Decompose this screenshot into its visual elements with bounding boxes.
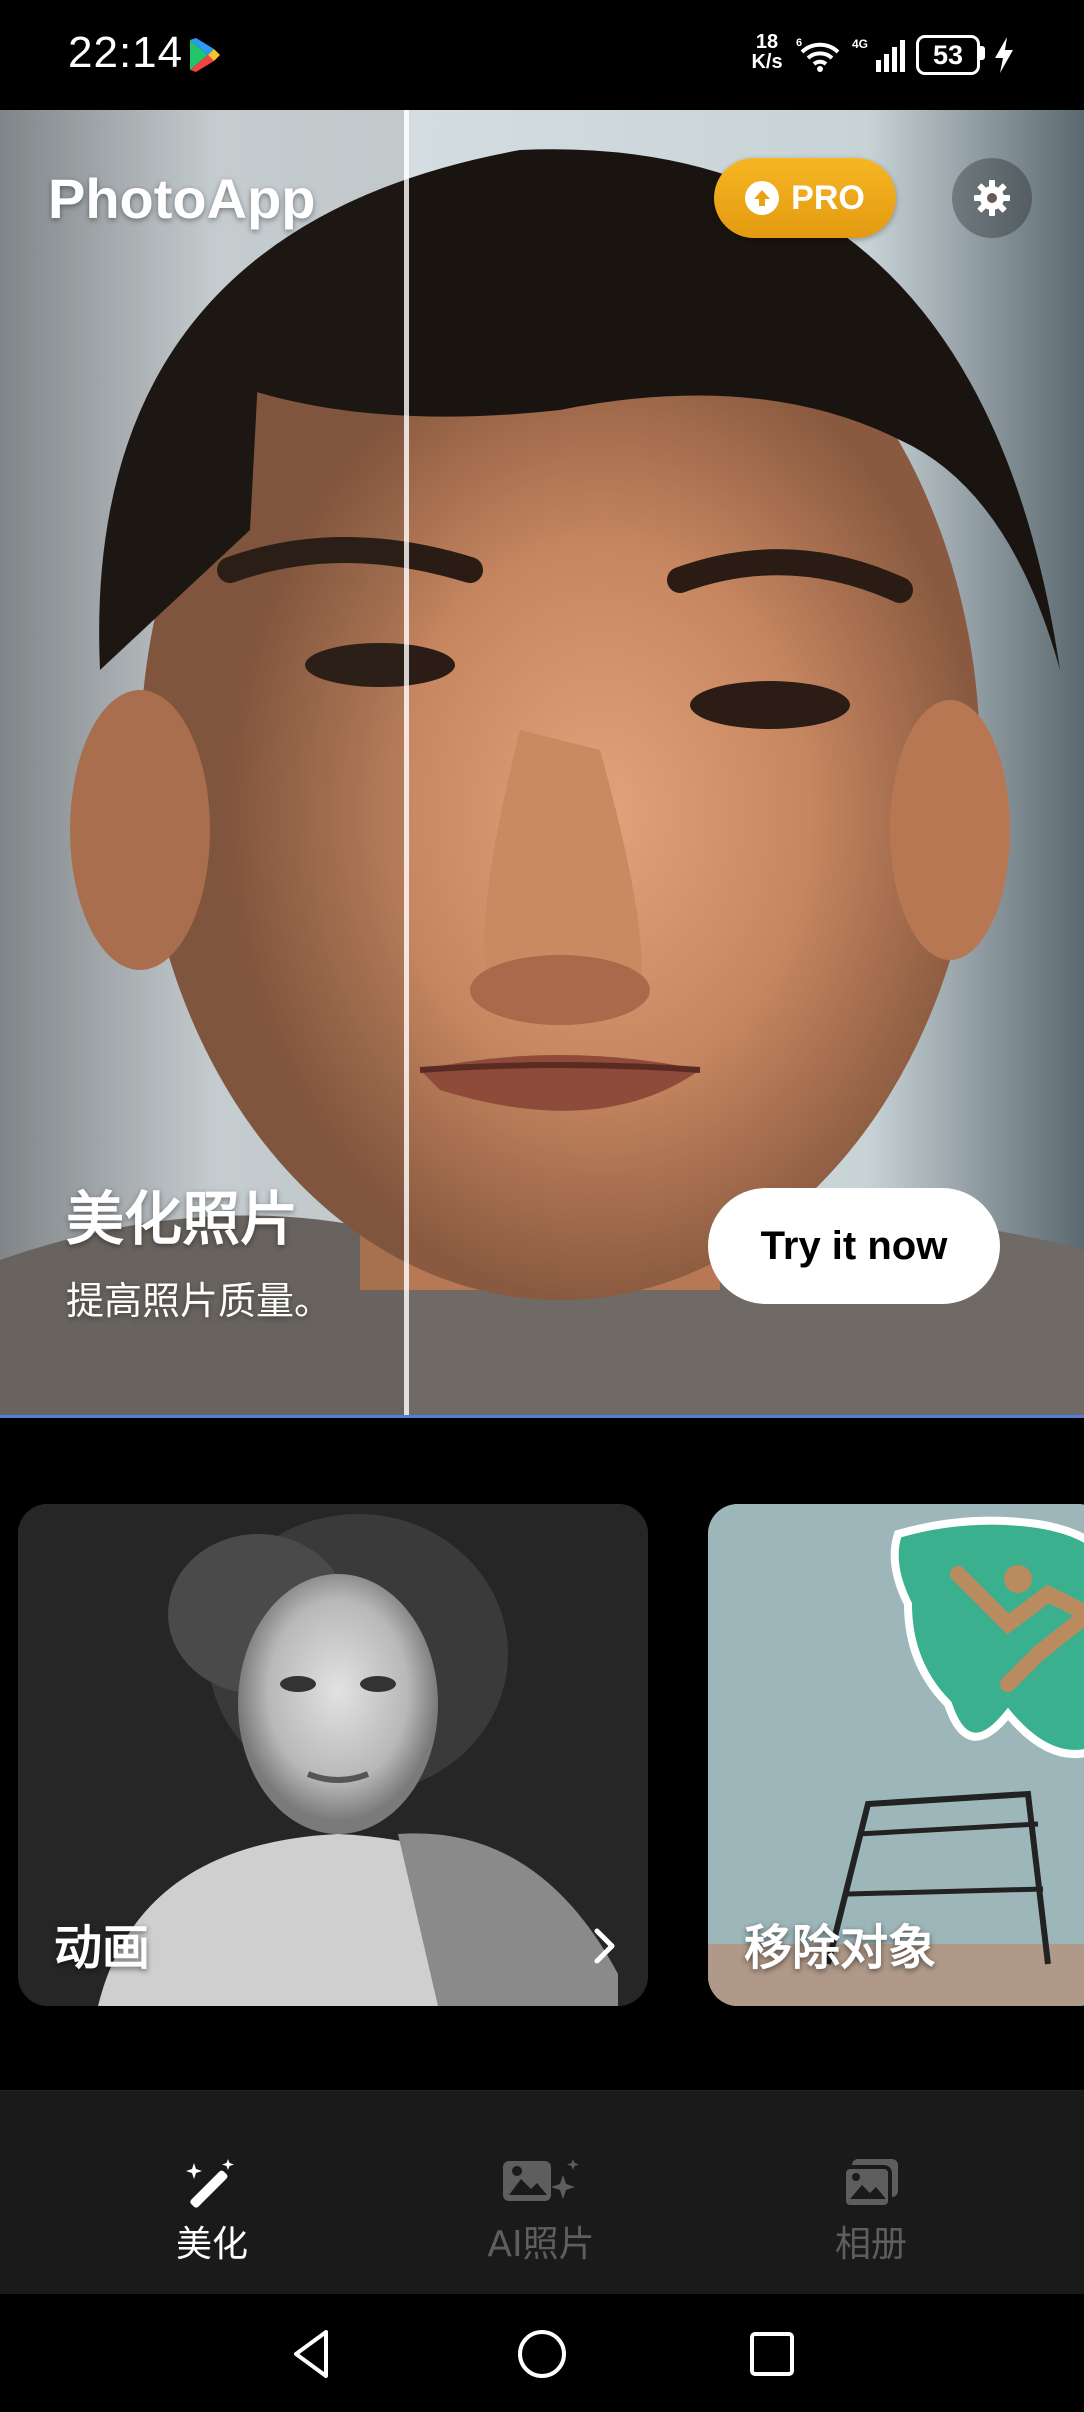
back-icon[interactable] bbox=[282, 2324, 342, 2384]
clock: 22:14 bbox=[68, 28, 184, 77]
upgrade-arrow-icon bbox=[745, 181, 780, 215]
svg-text:6: 6 bbox=[796, 37, 802, 49]
ai-photo-icon bbox=[503, 2159, 579, 2201]
charging-bolt-icon bbox=[995, 37, 1013, 73]
tab-ai-photo[interactable]: AI照片 bbox=[421, 2091, 661, 2295]
hero-banner[interactable]: PhotoApp PRO 美化照片 提高照片质量。 Try it now bbox=[0, 110, 1084, 1418]
tab-label: 相册 bbox=[834, 2224, 907, 2265]
pro-upgrade-button[interactable]: PRO bbox=[714, 158, 896, 238]
before-after-divider[interactable] bbox=[404, 110, 409, 1418]
wifi-icon: 6 bbox=[796, 37, 840, 72]
animate-feature-card[interactable]: 动画 bbox=[18, 1504, 648, 2006]
app-title: PhotoApp bbox=[48, 167, 316, 230]
tab-beautify[interactable]: 美化 bbox=[92, 2091, 332, 2295]
gear-icon bbox=[974, 180, 1010, 216]
svg-text:4G: 4G bbox=[852, 37, 868, 51]
recents-icon[interactable] bbox=[742, 2324, 802, 2384]
pro-label: PRO bbox=[791, 178, 865, 217]
magic-wand-icon bbox=[186, 2159, 234, 2208]
hero-heading: 美化照片 bbox=[66, 1185, 299, 1253]
chevron-right-icon bbox=[594, 1928, 615, 1964]
play-store-icon bbox=[190, 38, 220, 72]
settings-button[interactable] bbox=[952, 158, 1032, 238]
card-label: 动画 bbox=[54, 1920, 151, 1976]
hero-subtitle: 提高照片质量。 bbox=[66, 1279, 333, 1323]
tab-label: 美化 bbox=[175, 2224, 248, 2265]
battery-indicator: 53 bbox=[916, 35, 986, 75]
network-speed: 18 K/s bbox=[751, 31, 783, 73]
album-icon bbox=[842, 2159, 898, 2209]
card-label: 移除对象 bbox=[744, 1920, 937, 1976]
remove-object-feature-card[interactable]: 移除对象 bbox=[708, 1504, 1084, 2006]
status-bar: 22:14 18 K/s 6 4G 53 bbox=[0, 0, 1084, 110]
tab-album[interactable]: 相册 bbox=[751, 2091, 991, 2295]
bottom-navigation: 美化 AI照片 相册 bbox=[0, 2090, 1084, 2295]
try-it-now-button[interactable]: Try it now bbox=[708, 1188, 1000, 1304]
cell-signal-icon: 4G bbox=[852, 37, 905, 72]
hero-divider bbox=[0, 1415, 1084, 1418]
tab-label: AI照片 bbox=[487, 2224, 595, 2265]
system-navigation-bar bbox=[0, 2294, 1084, 2412]
home-icon[interactable] bbox=[512, 2324, 572, 2384]
